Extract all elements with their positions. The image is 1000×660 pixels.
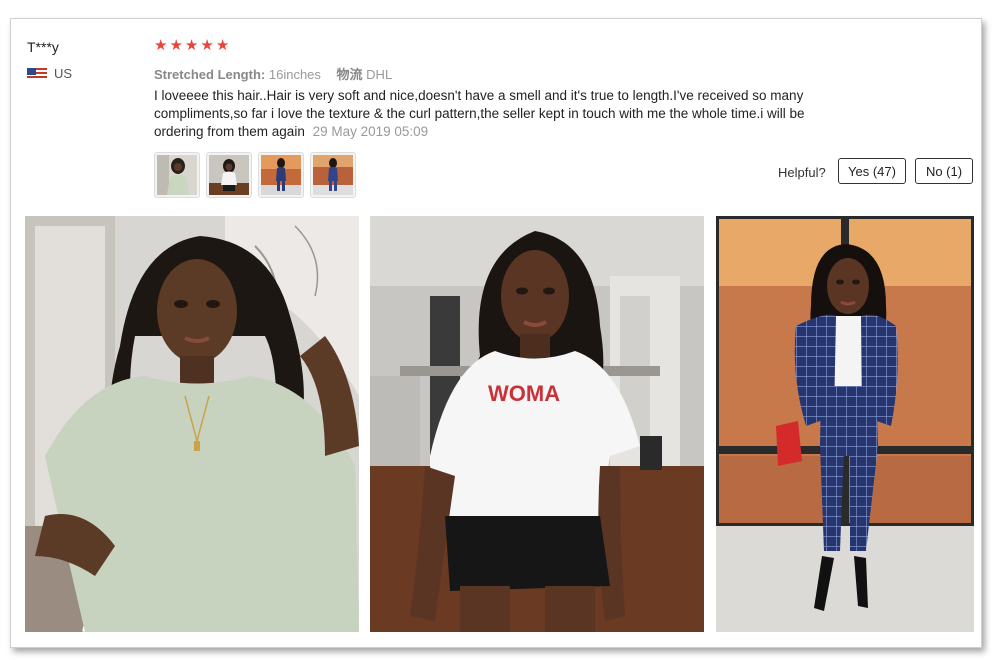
star-icon: ★ — [215, 37, 230, 54]
star-rating: ★ ★ ★ ★ ★ — [154, 38, 229, 54]
length-label: Stretched Length: — [154, 67, 266, 82]
star-icon: ★ — [200, 37, 214, 54]
reviewer-country: US — [27, 66, 72, 81]
helpful-yes-button[interactable]: Yes (47) — [838, 158, 906, 184]
photo-thumbnails — [154, 152, 356, 198]
length-value: 16inches — [268, 67, 321, 82]
photo-thumbnail-1[interactable] — [154, 152, 200, 198]
review-card: T***y US ★ ★ ★ ★ ★ Stretched Length: 16i… — [10, 18, 982, 648]
us-flag-icon — [27, 67, 47, 80]
review-photo-3[interactable] — [716, 216, 974, 632]
review-text: I loveeee this hair..Hair is very soft a… — [154, 88, 805, 139]
review-photo-2[interactable]: WOMA — [370, 216, 704, 632]
review-attributes: Stretched Length: 16inches 物流 DHL — [154, 64, 392, 83]
star-icon: ★ — [154, 37, 168, 54]
review-photo-plaid-suit-icon — [716, 216, 974, 632]
shipping-label: 物流 — [336, 67, 363, 82]
reviewer-name: T***y — [27, 39, 59, 55]
photo-thumbnail-2[interactable] — [206, 152, 252, 198]
review-body: I loveeee this hair..Hair is very soft a… — [154, 87, 854, 141]
country-code: US — [54, 66, 73, 81]
star-icon: ★ — [169, 37, 183, 54]
shipping-value: DHL — [366, 67, 393, 82]
photo-thumbnail-4[interactable] — [310, 152, 356, 198]
photo-thumbnail-3[interactable] — [258, 152, 304, 198]
review-photo-green-tshirt-icon — [25, 216, 359, 632]
review-photo-1[interactable] — [25, 216, 359, 632]
helpful-no-button[interactable]: No (1) — [915, 158, 973, 184]
star-icon: ★ — [184, 37, 199, 54]
review-photo-white-tshirt-icon: WOMA — [370, 216, 704, 632]
helpful-label: Helpful? — [778, 165, 826, 180]
shirt-print: WOMA — [488, 381, 560, 406]
review-date: 29 May 2019 05:09 — [312, 124, 429, 139]
